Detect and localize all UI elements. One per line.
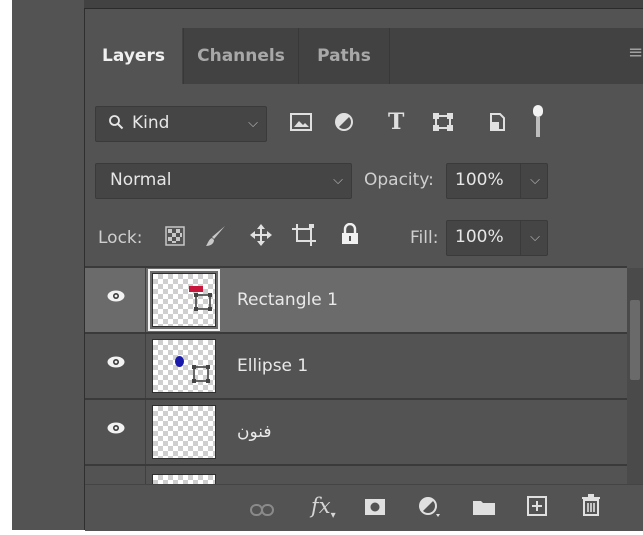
fill-label: Fill: xyxy=(410,228,439,248)
layer-name[interactable]: Rectangle 1 xyxy=(237,268,338,332)
type-filter-icon[interactable]: T xyxy=(388,111,404,133)
lock-transparent-icon[interactable] xyxy=(165,226,185,249)
new-layer-icon[interactable] xyxy=(527,496,547,521)
panel-menu-icon[interactable]: ≡ xyxy=(628,42,643,63)
tab-channels[interactable]: Channels xyxy=(186,28,296,84)
layer-thumbnail xyxy=(152,339,216,393)
filter-toggle-icon[interactable] xyxy=(533,105,543,139)
tab-divider xyxy=(183,28,184,84)
shape-layer-icon xyxy=(192,365,210,383)
layer-thumbnail xyxy=(148,269,220,331)
chevron-down-icon: ⌵ xyxy=(248,116,258,131)
eye-icon[interactable] xyxy=(107,290,125,302)
smart-object-filter-icon[interactable] xyxy=(488,112,506,135)
folder-icon[interactable] xyxy=(472,497,496,521)
mask-icon[interactable] xyxy=(364,497,386,521)
chevron-down-icon: ⌵ xyxy=(530,173,540,188)
tab-paths[interactable]: Paths xyxy=(300,28,388,84)
image-filter-icon[interactable] xyxy=(290,113,312,134)
link-icon[interactable] xyxy=(250,498,274,522)
layer-thumbnail xyxy=(152,405,216,459)
ellipse-swatch xyxy=(175,356,184,367)
fill-field[interactable]: 100% ⌵ xyxy=(446,220,548,256)
lock-move-icon[interactable] xyxy=(249,223,273,250)
field-divider xyxy=(520,221,521,255)
layer-name[interactable]: فنون xyxy=(237,400,272,464)
eye-icon[interactable] xyxy=(107,356,125,368)
layer-row-ellipse[interactable]: Ellipse 1 xyxy=(85,334,627,400)
adjustment-icon[interactable] xyxy=(418,496,442,523)
chevron-down-icon: ⌵ xyxy=(530,230,540,245)
blend-mode-select[interactable]: Normal ⌵ xyxy=(95,163,352,199)
fx-icon[interactable]: fx▾ xyxy=(311,494,336,521)
layer-row-text[interactable]: فنون xyxy=(85,400,627,466)
layer-row-partial[interactable] xyxy=(85,466,627,486)
search-icon xyxy=(108,114,124,135)
opacity-label: Opacity: xyxy=(364,170,434,190)
lock-artboard-icon[interactable] xyxy=(292,224,316,249)
shape-layer-icon xyxy=(194,293,212,311)
visibility-cell xyxy=(85,466,146,484)
tab-divider xyxy=(389,28,390,84)
panel-top-edge xyxy=(84,0,643,9)
tab-divider xyxy=(298,28,299,84)
scrollbar-thumb[interactable] xyxy=(630,300,640,380)
shape-filter-icon[interactable] xyxy=(432,112,454,135)
layer-row-rectangle[interactable]: Rectangle 1 xyxy=(85,268,627,334)
adjustment-filter-icon[interactable] xyxy=(334,112,354,135)
field-divider xyxy=(520,164,521,198)
opacity-value: 100% xyxy=(455,170,504,190)
fill-value: 100% xyxy=(455,227,504,247)
lock-brush-icon[interactable] xyxy=(205,224,227,251)
chevron-down-icon: ⌵ xyxy=(333,173,343,188)
left-dock-area xyxy=(12,0,84,530)
lock-label: Lock: xyxy=(98,228,143,248)
filter-kind-select[interactable]: Kind ⌵ xyxy=(95,106,267,142)
opacity-field[interactable]: 100% ⌵ xyxy=(446,163,548,199)
tab-layers[interactable]: Layers xyxy=(85,28,182,84)
filter-kind-label: Kind xyxy=(132,113,170,133)
layer-name[interactable]: Ellipse 1 xyxy=(237,334,308,398)
eye-icon[interactable] xyxy=(107,422,125,434)
trash-icon[interactable] xyxy=(581,494,601,521)
lock-all-icon[interactable] xyxy=(341,222,359,248)
blend-mode-value: Normal xyxy=(110,170,172,190)
